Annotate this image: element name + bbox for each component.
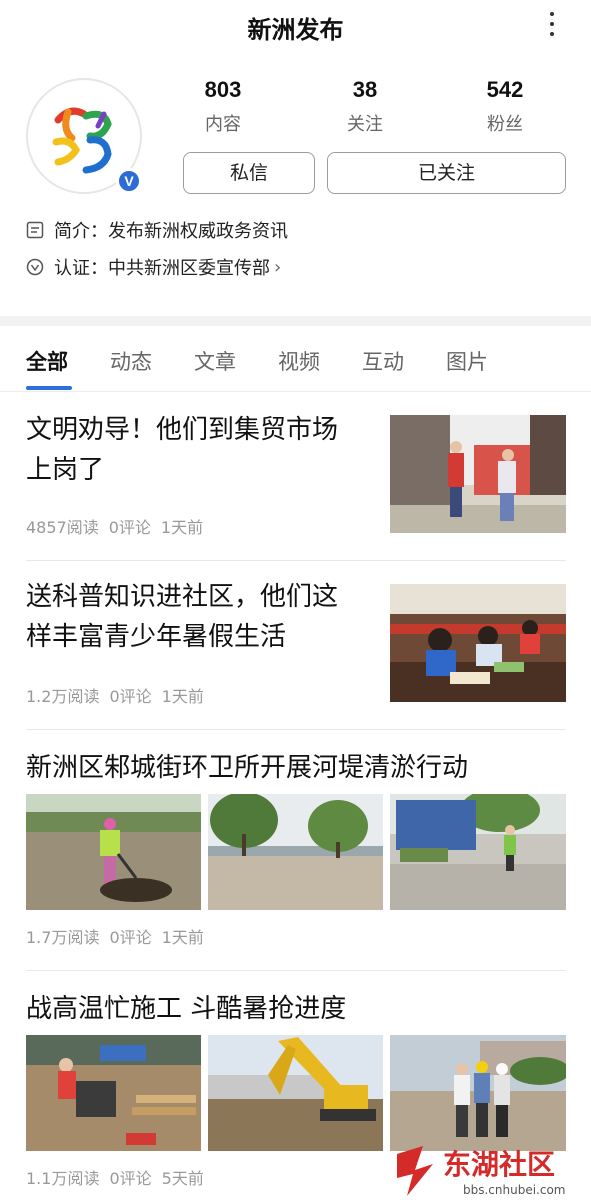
read-count: 1.2万阅读 (26, 687, 100, 706)
document-icon (26, 221, 44, 239)
article-thumbnail (390, 1035, 566, 1151)
article-thumbnail (208, 1035, 383, 1151)
read-count: 4857阅读 (26, 518, 99, 537)
tab-videos[interactable]: 视频 (278, 346, 320, 376)
stat-label: 粉丝 (487, 114, 523, 135)
stat-content[interactable]: 803 内容 (168, 76, 278, 136)
read-count: 1.7万阅读 (26, 928, 100, 947)
message-button[interactable]: 私信 (183, 152, 315, 194)
follow-button[interactable]: 已关注 (327, 152, 566, 194)
watermark-url: bbs.cnhubei.com (463, 1183, 566, 1197)
stat-value: 803 (204, 77, 242, 102)
article-item[interactable]: 送科普知识进社区，他们这 样丰富青少年暑假生活 1.2万阅读 0评论 1天前 (0, 561, 591, 729)
publish-time: 5天前 (161, 1169, 204, 1188)
tab-articles[interactable]: 文章 (194, 346, 236, 376)
more-menu-icon[interactable] (547, 12, 557, 40)
active-tab-indicator (26, 386, 72, 390)
stat-label: 内容 (205, 114, 241, 135)
article-thumbnail (390, 794, 566, 910)
article-item[interactable]: 文明劝导！他们到集贸市场 上岗了 4857阅读 0评论 1天前 (0, 392, 591, 560)
top-bar: 新洲发布 (0, 0, 591, 52)
tab-interaction[interactable]: 互动 (362, 346, 404, 376)
article-meta: 1.2万阅读 0评论 1天前 (26, 683, 214, 707)
verification-icon (26, 258, 44, 276)
article-title-line: 样丰富青少年暑假生活 (26, 622, 287, 652)
stat-label: 关注 (347, 114, 383, 135)
comment-count: 0评论 (109, 687, 152, 706)
article-title-line: 上岗了 (26, 455, 105, 485)
stat-followers[interactable]: 542 粉丝 (450, 76, 560, 136)
intro-text: 简介：发布新洲权威政务资讯 (54, 221, 288, 242)
read-count: 1.1万阅读 (26, 1169, 100, 1188)
article-thumbnail (390, 415, 566, 533)
article-title-line: 送科普知识进社区，他们这 (26, 582, 339, 612)
verified-badge-icon: V (116, 168, 142, 194)
section-divider (0, 316, 591, 326)
article-title: 战高温忙施工 斗酷暑抢进度 (26, 994, 347, 1024)
comment-count: 0评论 (109, 1169, 152, 1188)
tab-images[interactable]: 图片 (446, 346, 488, 376)
watermark-logo: 东湖社区 bbs.cnhubei.com (393, 1140, 583, 1198)
publish-time: 1天前 (161, 928, 204, 947)
stat-following[interactable]: 38 关注 (310, 76, 420, 136)
article-title: 文明劝导！他们到集贸市场 上岗了 (26, 410, 338, 490)
comment-count: 0评论 (108, 518, 151, 537)
tab-bar: 全部 动态 文章 视频 互动 图片 (0, 326, 591, 392)
article-thumbnail (390, 584, 566, 702)
article-meta: 4857阅读 0评论 1天前 (26, 514, 213, 538)
publish-time: 1天前 (160, 518, 204, 537)
article-thumbnail (26, 794, 201, 910)
page-title: 新洲发布 (247, 16, 344, 44)
chevron-right-icon: › (274, 256, 282, 278)
verification-row[interactable]: 认证：中共新洲区委宣传部 › (26, 253, 281, 281)
article-meta: 1.7万阅读 0评论 1天前 (26, 924, 214, 948)
article-title-line: 文明劝导！他们到集贸市场 (26, 415, 339, 445)
watermark-brand: 东湖社区 (443, 1148, 555, 1181)
article-title: 送科普知识进社区，他们这 样丰富青少年暑假生活 (26, 577, 338, 657)
stat-value: 542 (486, 77, 524, 102)
article-meta: 1.1万阅读 0评论 5天前 (26, 1165, 214, 1189)
article-item[interactable]: 新洲区邾城街环卫所开展河堤清淤行动 1.7万阅读 0评论 1天前 (0, 730, 591, 970)
intro-row: 简介：发布新洲权威政务资讯 (26, 216, 288, 244)
stat-value: 38 (352, 77, 378, 102)
article-thumbnail (208, 794, 383, 910)
tab-all[interactable]: 全部 (26, 346, 68, 376)
comment-count: 0评论 (109, 928, 152, 947)
tab-updates[interactable]: 动态 (110, 346, 152, 376)
article-title: 新洲区邾城街环卫所开展河堤清淤行动 (26, 753, 469, 783)
article-thumbnail (26, 1035, 201, 1151)
publish-time: 1天前 (161, 687, 204, 706)
verification-text: 认证：中共新洲区委宣传部 (54, 258, 270, 279)
